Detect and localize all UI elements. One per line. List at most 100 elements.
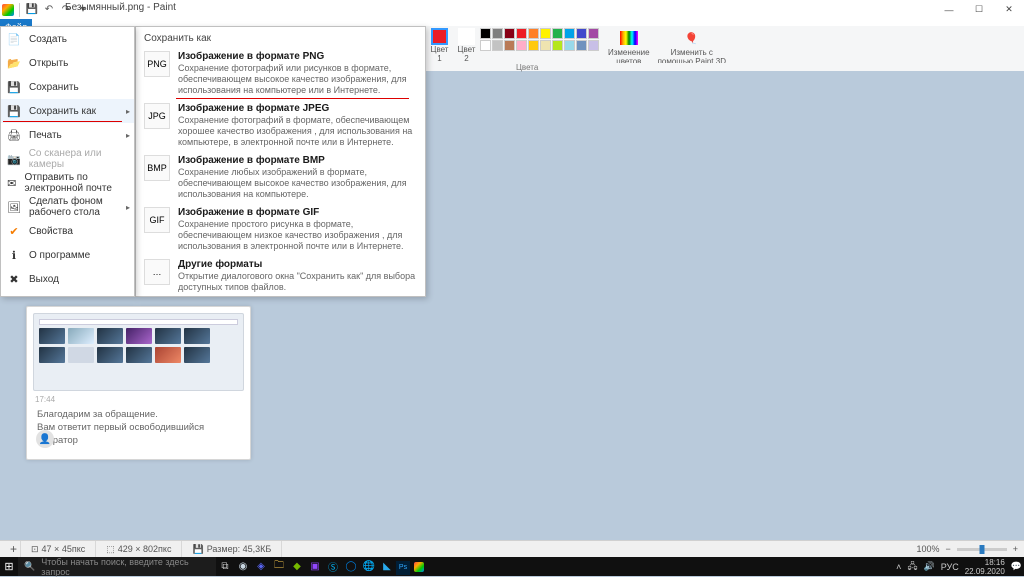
palette-swatch[interactable]	[588, 28, 599, 39]
taskbar-app-spotify[interactable]: ◯	[342, 557, 360, 576]
format-title: Изображение в формате PNG	[178, 51, 417, 62]
palette-swatch[interactable]	[528, 28, 539, 39]
menu-item-icon: ✖	[7, 272, 21, 286]
title-bar: 💾 ↶ ↷ ▾ Безымянный.png - Paint — ☐ ✕	[0, 0, 1024, 19]
palette-swatch[interactable]	[528, 40, 539, 51]
taskbar-app-chrome[interactable]: 🌐	[360, 557, 378, 576]
menu-item-label: Открыть	[29, 58, 68, 69]
status-bar: + ⊡47 × 45пкс ⬚429 × 802пкс 💾Размер: 45,…	[0, 540, 1024, 557]
qat-undo[interactable]: ↶	[42, 3, 56, 17]
file-menu-item[interactable]: 🖼Сделать фоном рабочего стола▸	[1, 195, 134, 219]
color-2[interactable]	[458, 28, 475, 45]
file-menu: 📄 Создать 📂Открыть💾Сохранить💾Сохранить как…	[0, 26, 135, 297]
menu-item-icon: ℹ	[7, 248, 21, 262]
taskbar-app-paint[interactable]	[410, 557, 428, 576]
format-desc: Открытие диалогового окна "Сохранить как…	[178, 271, 417, 293]
file-menu-item: 📷Со сканера или камеры	[1, 147, 134, 171]
format-icon: GIF	[144, 207, 170, 233]
file-menu-item[interactable]: 📂Открыть	[1, 51, 134, 75]
taskbar-app-nvidia[interactable]: ◆	[288, 557, 306, 576]
palette-swatch[interactable]	[552, 40, 563, 51]
palette-swatch[interactable]	[588, 40, 599, 51]
taskbar-app-discord[interactable]: ◈	[252, 557, 270, 576]
palette-swatch[interactable]	[504, 40, 515, 51]
palette-swatch[interactable]	[480, 40, 491, 51]
taskbar-search[interactable]: 🔍 Чтобы начать поиск, введите здесь запр…	[18, 557, 216, 576]
menu-item-icon: ✉	[7, 176, 16, 190]
edit-colors-button[interactable]: Изменение цветов	[608, 28, 650, 66]
format-desc: Сохранение простого рисунка в формате, о…	[178, 219, 417, 252]
saveas-option[interactable]: JPGИзображение в формате JPEGСохранение …	[136, 100, 425, 152]
window-title: Безымянный.png - Paint	[65, 2, 176, 13]
maximize-button[interactable]: ☐	[964, 0, 994, 19]
zoom-out-button[interactable]: −	[945, 544, 950, 554]
minimize-button[interactable]: —	[934, 0, 964, 19]
chat-message: Благодарим за обращение. Вам ответит пер…	[33, 406, 244, 449]
taskbar-app-explorer[interactable]: 🗀	[270, 557, 288, 576]
taskbar-app-telegram[interactable]: ◣	[378, 557, 396, 576]
format-icon: BMP	[144, 155, 170, 181]
format-icon: …	[144, 259, 170, 285]
taskbar-app-skype[interactable]: Ⓢ	[324, 557, 342, 576]
menu-item-icon: 💾	[7, 80, 21, 94]
save-as-submenu: Сохранить как PNGИзображение в формате P…	[135, 26, 426, 297]
qat-save[interactable]: 💾	[25, 3, 39, 17]
chat-widget: 17:44 Благодарим за обращение. Вам ответ…	[26, 306, 251, 460]
zoom-in-button[interactable]: +	[1013, 544, 1018, 554]
tray-chevron-icon[interactable]: ˄	[896, 562, 901, 572]
chat-screenshot-thumb[interactable]	[33, 313, 244, 391]
palette-swatch[interactable]	[552, 28, 563, 39]
start-button[interactable]: ⊞	[0, 557, 18, 576]
palette-swatch[interactable]	[576, 28, 587, 39]
menu-item-label: Отправить по электронной почте	[24, 172, 128, 194]
file-menu-item[interactable]: ✔Свойства	[1, 219, 134, 243]
saveas-option[interactable]: PNGИзображение в формате PNGСохранение ф…	[136, 48, 425, 100]
ribbon-group-label: Цвета	[426, 63, 1024, 71]
format-title: Изображение в формате GIF	[178, 207, 417, 218]
palette-swatch[interactable]	[564, 28, 575, 39]
paint3d-button[interactable]: 🎈 Изменить с помощью Paint 3D	[658, 28, 726, 66]
palette-swatch[interactable]	[516, 28, 527, 39]
paint-icon	[2, 4, 14, 16]
taskbar-app-photoshop[interactable]: Ps	[396, 561, 410, 575]
color-palette	[480, 28, 600, 51]
tray-clock[interactable]: 18:1622.09.2020	[965, 558, 1005, 576]
palette-swatch[interactable]	[504, 28, 515, 39]
palette-swatch[interactable]	[564, 40, 575, 51]
task-view-icon[interactable]: ⧉	[216, 557, 234, 576]
file-menu-item[interactable]: ℹ О программе	[1, 243, 134, 267]
palette-swatch[interactable]	[540, 40, 551, 51]
menu-item-label: О программе	[29, 250, 90, 261]
palette-swatch[interactable]	[480, 28, 491, 39]
file-menu-item[interactable]: ✖Выход	[1, 267, 134, 291]
palette-swatch[interactable]	[576, 40, 587, 51]
menu-item-label: Создать	[29, 34, 67, 45]
format-title: Изображение в формате JPEG	[178, 103, 417, 114]
palette-swatch[interactable]	[540, 28, 551, 39]
taskbar-app-steam[interactable]: ◉	[234, 557, 252, 576]
format-icon: PNG	[144, 51, 170, 77]
tray-volume-icon[interactable]: 🔊	[923, 561, 934, 572]
file-menu-item[interactable]: 💾Сохранить	[1, 75, 134, 99]
close-button[interactable]: ✕	[994, 0, 1024, 19]
format-desc: Сохранение любых изображений в формате, …	[178, 167, 417, 200]
file-menu-item[interactable]: 💾Сохранить как▸	[1, 99, 134, 123]
submenu-arrow-icon: ▸	[126, 107, 130, 116]
saveas-option[interactable]: BMPИзображение в формате BMPСохранение л…	[136, 152, 425, 204]
taskbar-app-twitch[interactable]: ▣	[306, 557, 324, 576]
saveas-option[interactable]: GIF Изображение в формате GIFСохранение п…	[136, 204, 425, 256]
file-menu-item[interactable]: 🖨Печать▸	[1, 123, 134, 147]
menu-item-icon: 📄	[7, 32, 21, 46]
file-menu-item[interactable]: 📄 Создать	[1, 27, 134, 51]
palette-swatch[interactable]	[492, 40, 503, 51]
color-1[interactable]	[431, 28, 448, 45]
file-menu-item[interactable]: ✉ Отправить по электронной почте	[1, 171, 134, 195]
palette-swatch[interactable]	[516, 40, 527, 51]
zoom-slider[interactable]	[957, 548, 1007, 551]
palette-swatch[interactable]	[492, 28, 503, 39]
zoom-level: 100%	[916, 544, 939, 554]
tray-network-icon[interactable]: 🖧	[907, 559, 917, 575]
tray-notifications-icon[interactable]: 💬	[1011, 561, 1022, 572]
tray-language[interactable]: РУС	[941, 562, 959, 572]
saveas-option[interactable]: …Другие форматыОткрытие диалогового окна…	[136, 256, 425, 297]
